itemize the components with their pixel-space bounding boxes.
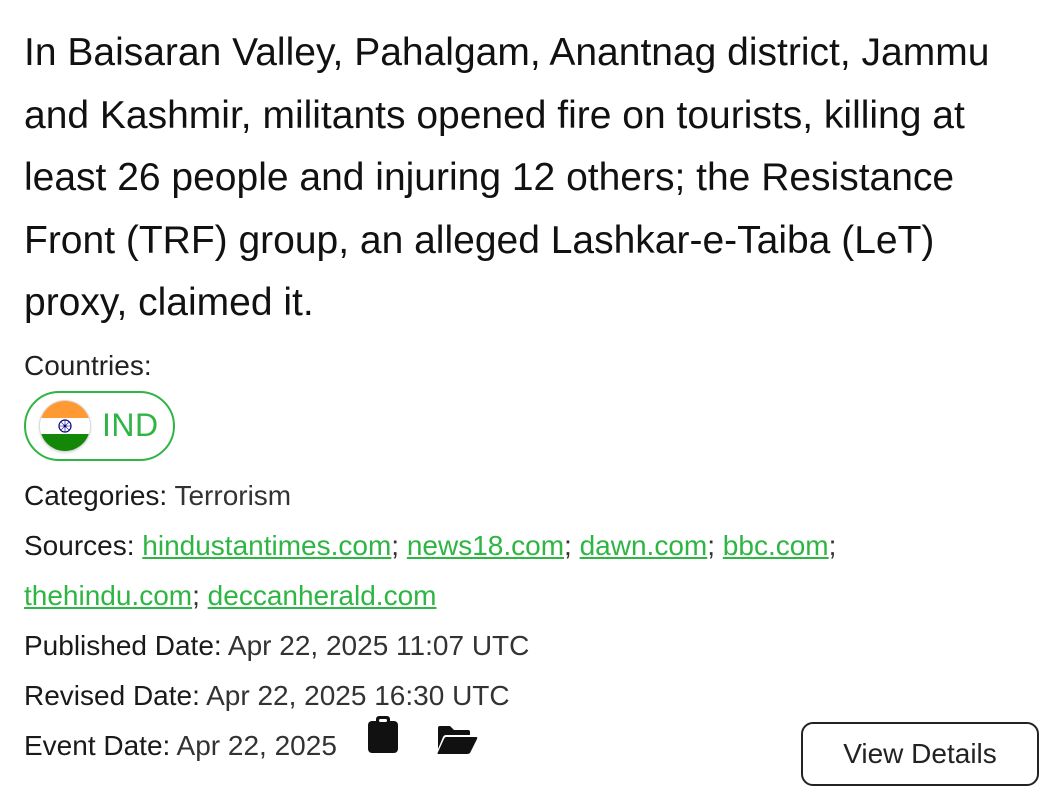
- source-link-thehindu[interactable]: thehindu.com: [24, 580, 192, 611]
- sources-row: Sources: hindustantimes.com; news18.com;…: [24, 521, 1038, 571]
- view-details-button[interactable]: View Details: [801, 722, 1039, 786]
- source-separator: ;: [828, 529, 837, 561]
- source-link-deccanherald[interactable]: deccanherald.com: [208, 580, 437, 611]
- country-code: IND: [102, 407, 159, 443]
- sources-label: Sources:: [24, 529, 135, 561]
- clipboard-icon[interactable]: [367, 716, 399, 770]
- folder-open-icon[interactable]: [436, 721, 478, 771]
- revised-date-value: Apr 22, 2025 16:30 UTC: [206, 679, 510, 711]
- event-description: In Baisaran Valley, Pahalgam, Anantnag d…: [24, 31, 990, 324]
- event-card: In Baisaran Valley, Pahalgam, Anantnag d…: [0, 0, 1062, 806]
- published-date-label: Published Date:: [24, 629, 222, 661]
- categories-row: Categories: Terrorism: [24, 471, 1038, 521]
- source-link-hindustantimes[interactable]: hindustantimes.com: [142, 530, 391, 561]
- india-flag-icon: [40, 400, 90, 451]
- source-separator: ;: [391, 529, 400, 561]
- categories-label: Categories:: [24, 479, 168, 511]
- source-separator: ;: [707, 529, 716, 561]
- event-date-label: Event Date:: [24, 729, 171, 761]
- country-chip-ind[interactable]: IND: [24, 390, 175, 461]
- published-date-value: Apr 22, 2025 11:07 UTC: [227, 629, 530, 661]
- published-date-row: Published Date: Apr 22, 2025 11:07 UTC: [24, 621, 1038, 671]
- source-link-dawn[interactable]: dawn.com: [580, 530, 708, 561]
- categories-value: Terrorism: [174, 479, 292, 511]
- revised-date-label: Revised Date:: [24, 679, 200, 711]
- countries-label: Countries:: [24, 349, 152, 381]
- revised-date-row: Revised Date: Apr 22, 2025 16:30 UTC: [24, 671, 1038, 721]
- event-date-value: Apr 22, 2025: [176, 729, 337, 761]
- source-separator: ;: [192, 579, 200, 611]
- source-separator: ;: [564, 529, 572, 561]
- sources-row-continued: thehindu.com; deccanherald.com: [24, 571, 1038, 621]
- source-link-news18[interactable]: news18.com: [407, 530, 564, 561]
- source-link-bbc[interactable]: bbc.com: [723, 530, 829, 561]
